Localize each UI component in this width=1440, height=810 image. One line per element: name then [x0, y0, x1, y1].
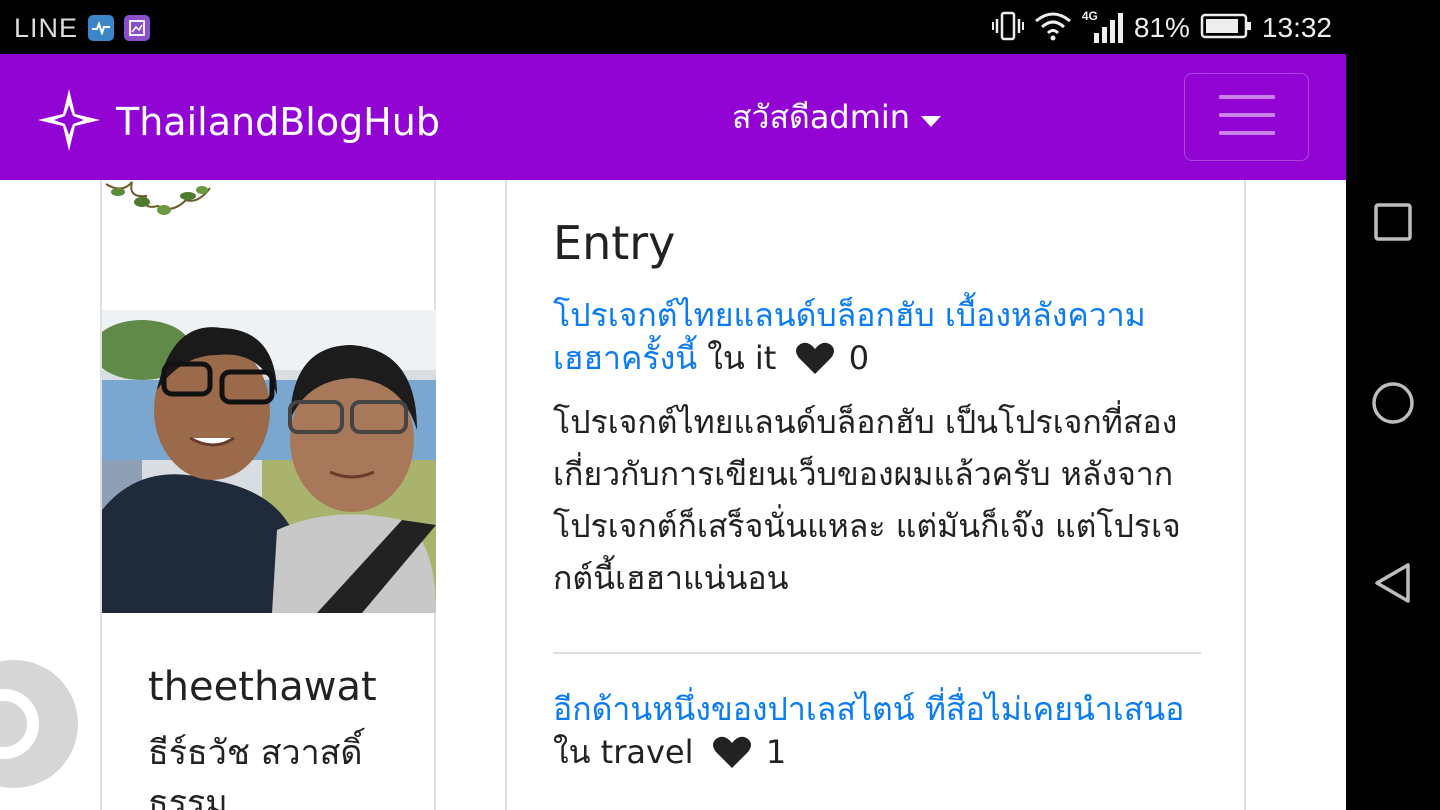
- status-bar-right: 4G 81% 13:32: [991, 8, 1332, 48]
- status-bar-left: LINE: [14, 10, 151, 46]
- profile-photo: [102, 310, 436, 613]
- entry-in-label: ใน: [707, 339, 745, 377]
- triangle-back-icon: [1373, 562, 1413, 608]
- health-notification-icon: [88, 15, 115, 41]
- recents-button[interactable]: [1371, 202, 1415, 246]
- entry-divider: [553, 652, 1201, 654]
- entry-category: it: [754, 339, 777, 377]
- compass-star-icon: [36, 87, 102, 157]
- battery-percent: 81%: [1133, 12, 1190, 43]
- entry-meta: ใน it 0: [707, 339, 869, 377]
- heart-icon[interactable]: [795, 341, 835, 386]
- leaves-image: [105, 181, 211, 215]
- vibrate-icon: [991, 11, 1024, 45]
- status-app-name: LINE: [14, 12, 79, 43]
- clock: 13:32: [1261, 12, 1332, 43]
- entry-category: travel: [600, 733, 694, 771]
- entry-header: โปรเจกต์ไทยแลนด์บล็อกฮับ เบื้องหลังความเ…: [553, 294, 1203, 386]
- cellular-signal-icon: 4G: [1082, 9, 1124, 45]
- app-navbar: ThailandBlogHub สวัสดีadmin: [0, 54, 1346, 180]
- caret-down-icon: [920, 98, 942, 136]
- entry-title-link[interactable]: อีกด้านหนึ่งของปาเลสไตน์ ที่สื่อไม่เคยนำ…: [553, 690, 1184, 728]
- entry-item: โปรเจกต์ไทยแลนด์บล็อกฮับ เบื้องหลังความเ…: [553, 294, 1203, 604]
- brand-link[interactable]: ThailandBlogHub: [36, 87, 440, 157]
- system-navigation-bar: [1346, 54, 1440, 810]
- assistive-ring-icon: [0, 689, 39, 759]
- entry-like-count: 0: [848, 339, 870, 377]
- user-dropdown[interactable]: สวัสดีadmin: [732, 94, 942, 140]
- profile-username: theethawat: [148, 664, 377, 710]
- entry-excerpt: โปรเจกต์ไทยแลนด์บล็อกฮับ เป็นโปรเจกที่สอ…: [553, 403, 1181, 597]
- profile-card: theethawat ธีร์ธวัช สวาสดิ์ธรรม: [100, 180, 436, 810]
- entry-list-card: Entry โปรเจกต์ไทยแลนด์บล็อกฮับ เบื้องหลั…: [505, 180, 1246, 810]
- entry-item: อีกด้านหนึ่งของปาเลสไตน์ ที่สื่อไม่เคยนำ…: [553, 688, 1203, 780]
- profile-full-name: ธีร์ธวัช สวาสดิ์ธรรม: [148, 733, 363, 810]
- entry-section-heading: Entry: [553, 216, 676, 270]
- floating-assistive-button[interactable]: [0, 660, 78, 788]
- back-button[interactable]: [1371, 563, 1415, 607]
- status-bar: LINE 4G 81% 13:32: [0, 0, 1440, 54]
- user-greeting: สวัสดีadmin: [732, 97, 911, 136]
- circle-icon: [1371, 381, 1415, 429]
- heart-icon[interactable]: [712, 735, 752, 780]
- entry-meta: ใน travel 1: [553, 733, 786, 771]
- menu-toggle-button[interactable]: [1184, 73, 1309, 161]
- hamburger-menu-icon: [1218, 93, 1275, 141]
- gallery-notification-icon: [124, 15, 151, 41]
- entry-header: อีกด้านหนึ่งของปาเลสไตน์ ที่สื่อไม่เคยนำ…: [553, 688, 1203, 780]
- page-content: theethawat ธีร์ธวัช สวาสดิ์ธรรม Entry โป…: [0, 180, 1346, 810]
- battery-icon: [1200, 12, 1252, 44]
- entry-like-count: 1: [765, 733, 787, 771]
- home-button[interactable]: [1371, 381, 1415, 429]
- entry-in-label: ใน: [553, 733, 591, 771]
- square-icon: [1373, 202, 1413, 246]
- brand-name: ThailandBlogHub: [116, 100, 440, 144]
- wifi-icon: [1034, 11, 1072, 45]
